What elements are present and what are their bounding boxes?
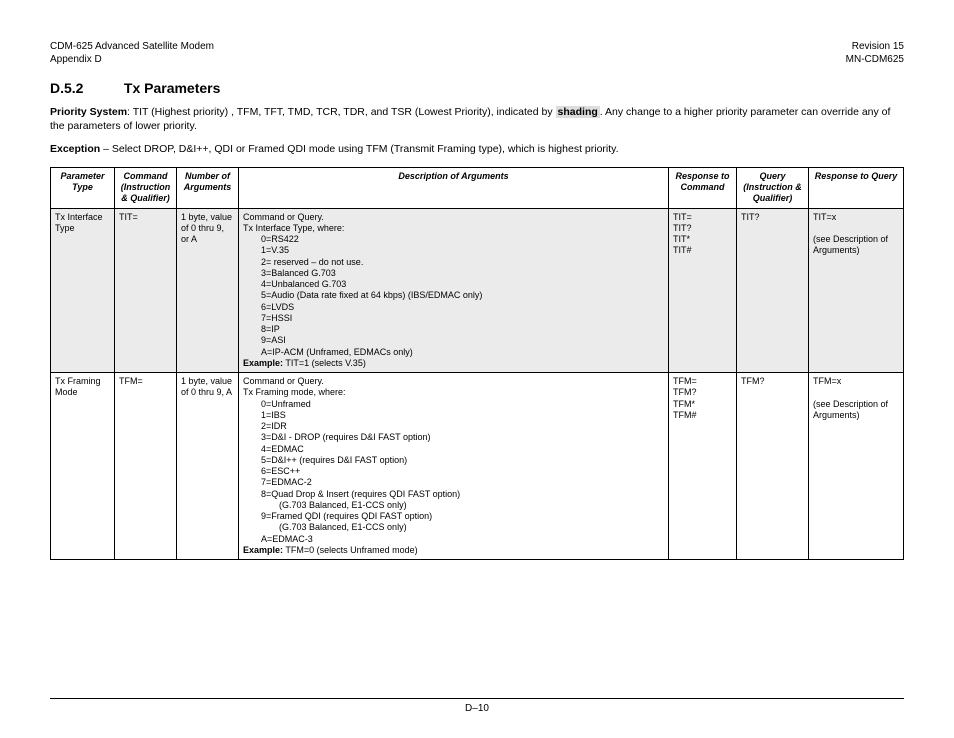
- desc-line: A=EDMAC-3: [243, 534, 664, 545]
- intro-priority: Priority System: TIT (Highest priority) …: [50, 106, 904, 133]
- cell-query: TFM?: [737, 373, 809, 560]
- priority-body-1: : TIT (Highest priority) , TFM, TFT, TMD…: [127, 106, 555, 118]
- page-number: D–10: [465, 703, 489, 714]
- desc-line: 4=EDMAC: [243, 444, 664, 455]
- resp-query-line: TIT=x: [813, 212, 899, 223]
- resp-cmd-line: TIT=: [673, 212, 732, 223]
- exception-label: Exception: [50, 143, 100, 155]
- priority-label: Priority System: [50, 106, 127, 118]
- shading-word: shading: [556, 106, 600, 118]
- section-heading: D.5.2 Tx Parameters: [50, 80, 904, 96]
- desc-line: 0=RS422: [243, 234, 664, 245]
- resp-query-line: (see Description of Arguments): [813, 399, 899, 422]
- cell-command: TFM=: [115, 373, 177, 560]
- intro-exception: Exception – Select DROP, D&I++, QDI or F…: [50, 143, 904, 157]
- desc-line: 3=D&I - DROP (requires D&I FAST option): [243, 432, 664, 443]
- cell-num-args: 1 byte, value of 0 thru 9, A: [177, 373, 239, 560]
- desc-line: 9=ASI: [243, 335, 664, 346]
- section-title-text: Tx Parameters: [124, 80, 221, 96]
- desc-line: 6=ESC++: [243, 466, 664, 477]
- desc-line: 2=IDR: [243, 421, 664, 432]
- cell-response-query: TFM=x (see Description of Arguments): [809, 373, 904, 560]
- parameters-table: Parameter Type Command (Instruction & Qu…: [50, 167, 904, 560]
- page-header: CDM-625 Advanced Satellite Modem Appendi…: [50, 40, 904, 66]
- resp-query-line: TFM=x: [813, 376, 899, 387]
- resp-cmd-line: TFM=: [673, 376, 732, 387]
- desc-line: 8=IP: [243, 324, 664, 335]
- th-desc: Description of Arguments: [239, 167, 669, 208]
- table-body: Tx Interface TypeTIT=1 byte, value of 0 …: [51, 208, 904, 560]
- desc-line: 1=V.35: [243, 245, 664, 256]
- th-command: Command (Instruction & Qualifier): [115, 167, 177, 208]
- th-query: Query (Instruction & Qualifier): [737, 167, 809, 208]
- example-text: TIT=1 (selects V.35): [283, 358, 366, 368]
- header-revision: Revision 15: [846, 40, 904, 53]
- desc-line: 6=LVDS: [243, 302, 664, 313]
- table-row: Tx Interface TypeTIT=1 byte, value of 0 …: [51, 208, 904, 373]
- desc-line: Command or Query.: [243, 212, 664, 223]
- table-header-row: Parameter Type Command (Instruction & Qu…: [51, 167, 904, 208]
- desc-line: 4=Unbalanced G.703: [243, 279, 664, 290]
- header-appendix: Appendix D: [50, 53, 214, 66]
- desc-line: 2= reserved – do not use.: [243, 257, 664, 268]
- desc-line: A=IP-ACM (Unframed, EDMACs only): [243, 347, 664, 358]
- resp-cmd-line: TIT#: [673, 245, 732, 256]
- desc-line: Command or Query.: [243, 376, 664, 387]
- example-label: Example:: [243, 358, 283, 368]
- desc-line: Tx Interface Type, where:: [243, 223, 664, 234]
- resp-query-line: [813, 223, 899, 234]
- cell-num-args: 1 byte, value of 0 thru 9, or A: [177, 208, 239, 373]
- cell-response-command: TFM=TFM?TFM*TFM#: [669, 373, 737, 560]
- section-number: D.5.2: [50, 80, 120, 96]
- desc-line: Tx Framing mode, where:: [243, 387, 664, 398]
- example-line: Example: TFM=0 (selects Unframed mode): [243, 545, 664, 556]
- table-row: Tx Framing ModeTFM=1 byte, value of 0 th…: [51, 373, 904, 560]
- resp-cmd-line: TFM?: [673, 387, 732, 398]
- cell-query: TIT?: [737, 208, 809, 373]
- th-resp-query: Response to Query: [809, 167, 904, 208]
- desc-line: 7=HSSI: [243, 313, 664, 324]
- resp-query-line: [813, 387, 899, 398]
- th-resp-cmd: Response to Command: [669, 167, 737, 208]
- desc-line: 3=Balanced G.703: [243, 268, 664, 279]
- desc-line: (G.703 Balanced, E1-CCS only): [243, 522, 664, 533]
- resp-cmd-line: TIT*: [673, 234, 732, 245]
- resp-cmd-line: TFM#: [673, 410, 732, 421]
- desc-line: 8=Quad Drop & Insert (requires QDI FAST …: [243, 489, 664, 500]
- header-right: Revision 15 MN-CDM625: [846, 40, 904, 66]
- header-product: CDM-625 Advanced Satellite Modem: [50, 40, 214, 53]
- desc-line: 5=Audio (Data rate fixed at 64 kbps) (IB…: [243, 290, 664, 301]
- page: CDM-625 Advanced Satellite Modem Appendi…: [0, 0, 954, 738]
- cell-description: Command or Query.Tx Framing mode, where:…: [239, 373, 669, 560]
- exception-body: – Select DROP, D&I++, QDI or Framed QDI …: [100, 143, 618, 155]
- desc-line: 0=Unframed: [243, 399, 664, 410]
- page-footer: D–10: [50, 693, 904, 714]
- example-text: TFM=0 (selects Unframed mode): [283, 545, 418, 555]
- cell-response-query: TIT=x (see Description of Arguments): [809, 208, 904, 373]
- example-line: Example: TIT=1 (selects V.35): [243, 358, 664, 369]
- desc-line: 7=EDMAC-2: [243, 477, 664, 488]
- cell-parameter-type: Tx Interface Type: [51, 208, 115, 373]
- desc-line: 5=D&I++ (requires D&I FAST option): [243, 455, 664, 466]
- cell-command: TIT=: [115, 208, 177, 373]
- desc-line: 9=Framed QDI (requires QDI FAST option): [243, 511, 664, 522]
- desc-line: 1=IBS: [243, 410, 664, 421]
- example-label: Example:: [243, 545, 283, 555]
- cell-parameter-type: Tx Framing Mode: [51, 373, 115, 560]
- footer-rule: [50, 698, 904, 699]
- cell-description: Command or Query.Tx Interface Type, wher…: [239, 208, 669, 373]
- cell-response-command: TIT=TIT?TIT*TIT#: [669, 208, 737, 373]
- resp-cmd-line: TFM*: [673, 399, 732, 410]
- header-left: CDM-625 Advanced Satellite Modem Appendi…: [50, 40, 214, 66]
- resp-cmd-line: TIT?: [673, 223, 732, 234]
- th-parameter-type: Parameter Type: [51, 167, 115, 208]
- header-docnum: MN-CDM625: [846, 53, 904, 66]
- th-num-args: Number of Arguments: [177, 167, 239, 208]
- desc-line: (G.703 Balanced, E1-CCS only): [243, 500, 664, 511]
- resp-query-line: (see Description of Arguments): [813, 234, 899, 257]
